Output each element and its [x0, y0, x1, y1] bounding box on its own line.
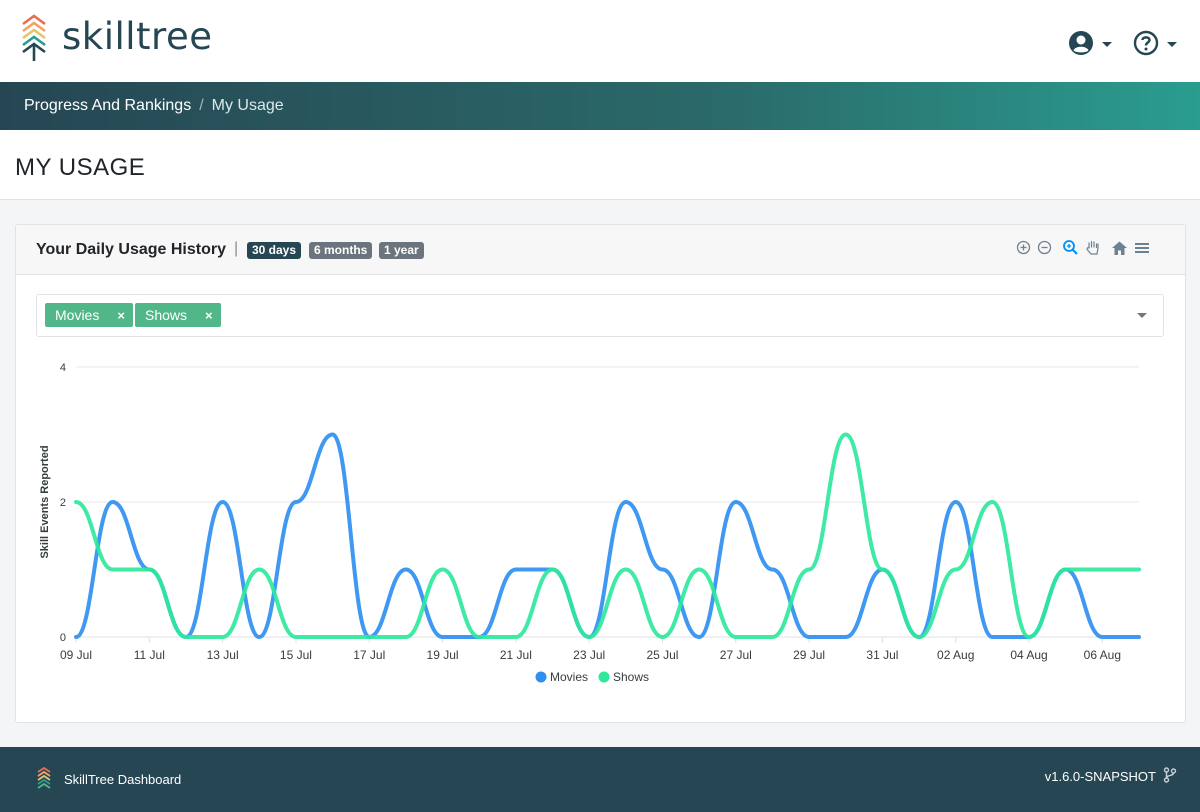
x-tick-label: 06 Aug — [1084, 648, 1121, 662]
legend-marker[interactable] — [535, 671, 547, 683]
pan-icon[interactable] — [1085, 239, 1101, 261]
zoom-in-icon[interactable] — [1016, 240, 1031, 260]
top-navbar: skilltree — [0, 0, 1200, 82]
range-6-months-button[interactable]: 6 months — [309, 242, 373, 259]
chevron-down-icon — [1102, 42, 1112, 47]
footer-app-name: SkillTree Dashboard — [64, 772, 182, 787]
question-circle-icon — [1133, 30, 1159, 56]
selection-zoom-icon[interactable] — [1062, 239, 1079, 261]
project-filter-select[interactable]: Movies × Shows × — [36, 294, 1164, 337]
help-menu-button[interactable] — [1133, 28, 1177, 58]
x-tick-label: 23 Jul — [573, 648, 605, 662]
logo-tree-icon — [22, 14, 46, 61]
range-1-year-button[interactable]: 1 year — [379, 242, 424, 259]
x-tick-label: 02 Aug — [937, 648, 974, 662]
menu-icon[interactable] — [1134, 241, 1150, 260]
x-tick-label: 21 Jul — [500, 648, 532, 662]
reset-home-icon[interactable] — [1111, 240, 1128, 261]
legend-label[interactable]: Movies — [550, 670, 588, 684]
breadcrumb-bar: Progress And Rankings / My Usage — [0, 82, 1200, 130]
user-menu-button[interactable] — [1068, 28, 1112, 58]
zoom-out-icon[interactable] — [1037, 240, 1052, 260]
breadcrumb-item-current: My Usage — [211, 97, 284, 114]
x-tick-label: 29 Jul — [793, 648, 825, 662]
x-tick-label: 09 Jul — [60, 648, 92, 662]
breadcrumb: Progress And Rankings / My Usage — [24, 97, 284, 115]
breadcrumb-separator: / — [199, 97, 204, 114]
x-tick-label: 15 Jul — [280, 648, 312, 662]
card-header: Your Daily Usage History | 30 days 6 mon… — [16, 225, 1185, 275]
page-header: MY USAGE — [0, 130, 1200, 200]
footer-version: v1.6.0-SNAPSHOT — [1044, 769, 1156, 784]
app-logo[interactable]: skilltree — [20, 14, 220, 64]
x-tick-label: 25 Jul — [646, 648, 678, 662]
legend-marker[interactable] — [598, 671, 610, 683]
y-tick-label: 2 — [60, 497, 66, 509]
page-title: MY USAGE — [15, 154, 146, 181]
x-tick-label: 17 Jul — [353, 648, 385, 662]
y-axis-title: Skill Events Reported — [39, 445, 51, 558]
filter-tag-label: Movies — [55, 307, 100, 323]
x-tick-label: 19 Jul — [427, 648, 459, 662]
y-tick-label: 4 — [60, 362, 66, 374]
usage-line-chart: 0 2 4 09 Jul 11 Jul 13 Jul 15 Jul 17 Jul 19 Jul 2… — [39, 362, 1141, 684]
x-tick-label: 27 Jul — [720, 648, 752, 662]
user-circle-icon — [1069, 31, 1093, 55]
filter-tag-shows: Shows × — [135, 303, 221, 327]
footer-logo-icon — [37, 767, 51, 789]
filter-tag-label: Shows — [145, 307, 188, 323]
chart-toolbar — [1016, 239, 1150, 261]
git-branch-icon — [1163, 767, 1177, 783]
breadcrumb-item-progress[interactable]: Progress And Rankings — [24, 97, 191, 115]
card-title: Your Daily Usage History — [36, 241, 226, 258]
range-30-days-button[interactable]: 30 days — [247, 242, 302, 259]
logo-text: skilltree — [62, 15, 213, 58]
remove-tag-button[interactable]: × — [109, 308, 133, 323]
x-tick-label: 04 Aug — [1010, 648, 1047, 662]
x-tick-label: 13 Jul — [207, 648, 239, 662]
x-tick-label: 31 Jul — [866, 648, 898, 662]
chevron-down-icon[interactable] — [1137, 313, 1147, 318]
x-tick-label: 11 Jul — [134, 648, 165, 662]
remove-tag-button[interactable]: × — [197, 308, 221, 323]
y-tick-label: 0 — [60, 632, 66, 644]
chevron-down-icon — [1167, 42, 1177, 47]
title-divider: | — [234, 240, 239, 257]
legend-label[interactable]: Shows — [613, 670, 649, 684]
filter-tag-movies: Movies × — [45, 303, 133, 327]
footer: SkillTree Dashboard v1.6.0-SNAPSHOT — [0, 747, 1200, 812]
